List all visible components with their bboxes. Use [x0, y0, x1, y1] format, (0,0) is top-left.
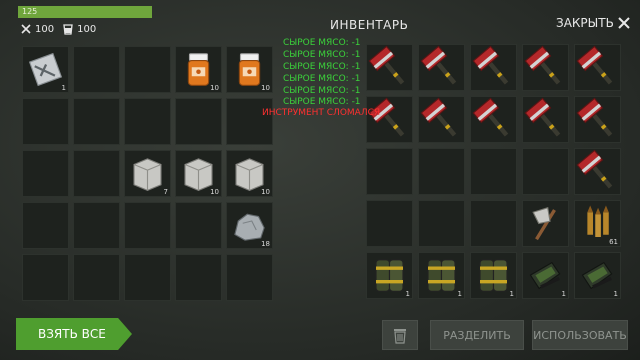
inventory-slot[interactable]: 1	[418, 252, 465, 299]
log-line: СЫРОЕ МЯСО: -1	[283, 86, 361, 96]
inventory-slot[interactable]	[366, 44, 413, 91]
empty-slot[interactable]	[418, 148, 465, 195]
inventory-slot[interactable]: 1	[522, 252, 569, 299]
empty-slot[interactable]	[73, 254, 120, 301]
close-button[interactable]: ЗАКРЫТЬ	[556, 16, 630, 30]
red-hammer-icon	[575, 45, 620, 90]
red-hammer-icon	[471, 45, 516, 90]
item-count: 1	[457, 290, 462, 298]
inventory-slot[interactable]: 1	[366, 252, 413, 299]
empty-slot[interactable]	[124, 202, 171, 249]
empty-slot[interactable]	[226, 98, 273, 145]
stone-axe-icon	[523, 201, 568, 246]
crossed-utensils-icon	[21, 24, 31, 34]
item-count: 61	[609, 238, 618, 246]
empty-slot[interactable]	[522, 148, 569, 195]
trash-icon	[394, 329, 406, 344]
health-bar: 125	[18, 6, 152, 18]
inventory-slot[interactable]: 10	[226, 150, 273, 197]
empty-slot[interactable]	[73, 202, 120, 249]
empty-slot[interactable]	[175, 98, 222, 145]
empty-slot[interactable]	[366, 200, 413, 247]
empty-slot[interactable]	[366, 148, 413, 195]
red-hammer-icon	[419, 45, 464, 90]
empty-slot[interactable]	[22, 254, 69, 301]
empty-slot[interactable]	[73, 98, 120, 145]
empty-slot[interactable]	[22, 150, 69, 197]
inventory-slot[interactable]: 1	[22, 46, 69, 93]
empty-slot[interactable]	[470, 200, 517, 247]
item-count: 10	[261, 188, 270, 196]
tool-broken-message: ИНСТРУМЕНТ СЛОМАЛСЯ	[262, 108, 381, 118]
item-count: 1	[509, 290, 514, 298]
empty-slot[interactable]	[175, 254, 222, 301]
item-count: 10	[261, 84, 270, 92]
empty-slot[interactable]	[124, 254, 171, 301]
trash-button[interactable]	[382, 320, 418, 350]
empty-slot[interactable]	[124, 46, 171, 93]
item-count: 1	[561, 290, 566, 298]
empty-slot[interactable]	[73, 150, 120, 197]
item-count: 10	[210, 188, 219, 196]
item-count: 1	[613, 290, 618, 298]
red-hammer-icon	[367, 45, 412, 90]
log-line: СЫРОЕ МЯСО: -1	[283, 62, 361, 72]
item-count: 7	[163, 188, 168, 196]
red-hammer-icon	[523, 97, 568, 142]
empty-slot[interactable]	[175, 202, 222, 249]
inventory-slot[interactable]	[574, 44, 621, 91]
inventory-slot[interactable]	[418, 44, 465, 91]
empty-slot[interactable]	[73, 46, 120, 93]
log-line: СЫРОЕ МЯСО: -1	[283, 74, 361, 84]
inventory-slot[interactable]: 18	[226, 202, 273, 249]
item-count: 18	[261, 240, 270, 248]
empty-slot[interactable]	[124, 98, 171, 145]
inventory-slot[interactable]: 1	[470, 252, 517, 299]
inventory-slot[interactable]	[522, 96, 569, 143]
inventory-slot[interactable]	[522, 44, 569, 91]
inventory-slot[interactable]	[418, 96, 465, 143]
red-hammer-icon	[367, 97, 412, 142]
inventory-slot[interactable]: 10	[175, 150, 222, 197]
hunger-value: 100	[35, 23, 55, 35]
inventory-slot[interactable]: 1	[574, 252, 621, 299]
health-value: 125	[22, 7, 38, 16]
health-bar-fill	[18, 6, 152, 18]
inventory-slot[interactable]: 10	[175, 46, 222, 93]
log-line: СЫРОЕ МЯСО: -1	[283, 50, 361, 60]
empty-slot[interactable]	[22, 98, 69, 145]
inventory-slot[interactable]	[366, 96, 413, 143]
inventory-slot[interactable]	[522, 200, 569, 247]
red-hammer-icon	[575, 149, 620, 194]
red-hammer-icon	[575, 97, 620, 142]
inventory-title: ИНВЕНТАРЬ	[330, 18, 409, 32]
survival-stats: 100 100	[20, 22, 104, 36]
split-button[interactable]: РАЗДЕЛИТЬ	[430, 320, 524, 350]
item-count: 10	[210, 84, 219, 92]
empty-slot[interactable]	[418, 200, 465, 247]
inventory-slot[interactable]	[470, 96, 517, 143]
empty-slot[interactable]	[22, 202, 69, 249]
empty-slot[interactable]	[226, 254, 273, 301]
red-hammer-icon	[419, 97, 464, 142]
item-count: 1	[61, 84, 66, 92]
inventory-slot[interactable]	[574, 148, 621, 195]
water-cup-icon	[63, 24, 73, 35]
log-line: СЫРОЕ МЯСО: -1	[283, 38, 361, 48]
inventory-slot[interactable]	[574, 96, 621, 143]
thirst-value: 100	[77, 23, 97, 35]
close-icon	[618, 17, 630, 29]
inventory-slot[interactable]	[470, 44, 517, 91]
item-count: 1	[405, 290, 410, 298]
red-hammer-icon	[471, 97, 516, 142]
take-all-button[interactable]: ВЗЯТЬ ВСЕ	[16, 318, 132, 350]
use-button[interactable]: ИСПОЛЬЗОВАТЬ	[532, 320, 628, 350]
inventory-slot[interactable]: 10	[226, 46, 273, 93]
empty-slot[interactable]	[470, 148, 517, 195]
inventory-slot[interactable]: 7	[124, 150, 171, 197]
red-hammer-icon	[523, 45, 568, 90]
log-line: СЫРОЕ МЯСО: -1	[283, 97, 361, 107]
inventory-slot[interactable]: 61	[574, 200, 621, 247]
close-label: ЗАКРЫТЬ	[556, 16, 614, 30]
